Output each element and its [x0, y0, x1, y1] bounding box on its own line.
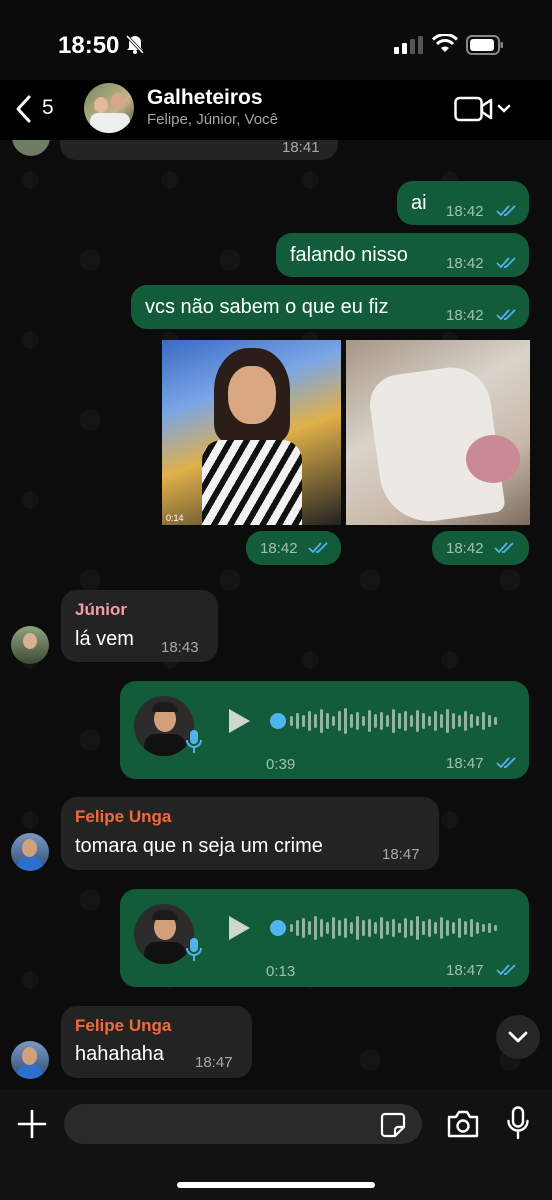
group-members[interactable]: Felipe, Júnior, Você: [147, 111, 278, 128]
sticker-icon[interactable]: [380, 1112, 406, 1138]
message-bubble[interactable]: vcs não sabem o que eu fiz 18:42: [131, 285, 529, 329]
microphone-icon: [186, 730, 202, 753]
play-icon[interactable]: [226, 707, 252, 735]
status-time: 18:50: [58, 32, 120, 59]
sender-name[interactable]: Felipe Unga: [75, 1016, 171, 1036]
voice-duration: 0:39: [266, 756, 296, 773]
group-title[interactable]: Galheteiros: [147, 86, 263, 110]
message-time: 18:42: [446, 540, 484, 557]
microphone-icon: [186, 938, 202, 961]
video-duration: 0:14: [166, 513, 184, 523]
camera-icon[interactable]: [446, 1109, 480, 1139]
message-text: falando nisso: [290, 244, 408, 266]
message-text: vcs não sabem o que eu fiz: [145, 296, 389, 318]
voice-sender-avatar: [134, 904, 194, 964]
avatar[interactable]: [12, 140, 50, 156]
message-time: 18:41: [282, 140, 320, 156]
avatar[interactable]: [11, 626, 49, 664]
play-icon[interactable]: [226, 914, 252, 942]
message-text: lá vem: [75, 628, 134, 650]
voice-message[interactable]: 0:39 18:47: [120, 681, 529, 779]
home-indicator: [177, 1182, 375, 1188]
voice-duration: 0:13: [266, 963, 296, 980]
unread-count[interactable]: 5: [42, 96, 54, 120]
avatar[interactable]: [11, 1041, 49, 1079]
signal-icon: [394, 36, 423, 54]
voice-waveform[interactable]: [268, 910, 508, 946]
scroll-to-bottom-button[interactable]: [496, 1015, 540, 1059]
video-thumbnail[interactable]: 0:14: [162, 340, 341, 525]
message-time: 18:47: [446, 755, 484, 772]
message-time: 18:42: [446, 203, 484, 220]
chat-header: 5 Galheteiros Felipe, Júnior, Você: [0, 80, 552, 140]
message-time: 18:47: [382, 846, 420, 863]
message-bubble[interactable]: falando nisso 18:42: [276, 233, 529, 277]
sender-name[interactable]: Júnior: [75, 600, 127, 620]
message-time: 18:47: [195, 1054, 233, 1071]
voice-sender-avatar: [134, 696, 194, 756]
message-bubble[interactable]: Felipe Unga tomara que n seja um crime 1…: [61, 797, 439, 870]
read-receipt-icon: [494, 542, 514, 554]
message-text: tomara que n seja um crime: [75, 835, 323, 857]
read-receipt-icon: [496, 964, 516, 976]
message-time: 18:42: [260, 540, 298, 557]
group-avatar[interactable]: [84, 83, 134, 133]
read-receipt-icon: [496, 257, 516, 269]
video-camera-icon: [454, 96, 511, 122]
chevron-left-icon: [16, 95, 31, 123]
voice-waveform[interactable]: [268, 703, 508, 739]
voice-message[interactable]: 0:13 18:47: [120, 889, 529, 987]
composer-bar: [0, 1090, 552, 1200]
message-bubble[interactable]: ai 18:42: [397, 181, 529, 225]
avatar[interactable]: [11, 833, 49, 871]
message-time: 18:42: [446, 255, 484, 272]
message-time: 18:47: [446, 962, 484, 979]
message-input[interactable]: [64, 1104, 422, 1144]
read-receipt-icon: [496, 309, 516, 321]
chevron-down-icon: [508, 1031, 528, 1043]
status-bar: 18:50: [0, 0, 552, 80]
message-text: ai: [411, 192, 427, 214]
message-bubble[interactable]: 18:42: [432, 531, 529, 565]
battery-icon: [466, 35, 503, 55]
message-time: 18:42: [446, 307, 484, 324]
microphone-icon[interactable]: [506, 1106, 530, 1140]
video-call-button[interactable]: [454, 94, 514, 124]
message-bubble[interactable]: 18:42: [246, 531, 341, 565]
message-list[interactable]: 18:41 ai 18:42 falando nisso 18:42 vcs n…: [0, 140, 552, 1090]
plus-icon[interactable]: [16, 1108, 48, 1140]
video-thumbnail[interactable]: [346, 340, 530, 525]
message-bubble[interactable]: Felipe Unga hahahaha 18:47: [61, 1006, 252, 1078]
sender-name[interactable]: Felipe Unga: [75, 807, 171, 827]
message-bubble[interactable]: Júnior lá vem 18:43: [61, 590, 218, 662]
bell-off-icon: [125, 34, 145, 55]
read-receipt-icon: [308, 542, 328, 554]
wifi-icon: [432, 34, 458, 52]
message-time: 18:43: [161, 639, 199, 656]
message-text: hahahaha: [75, 1043, 164, 1065]
read-receipt-icon: [496, 205, 516, 217]
read-receipt-icon: [496, 757, 516, 769]
